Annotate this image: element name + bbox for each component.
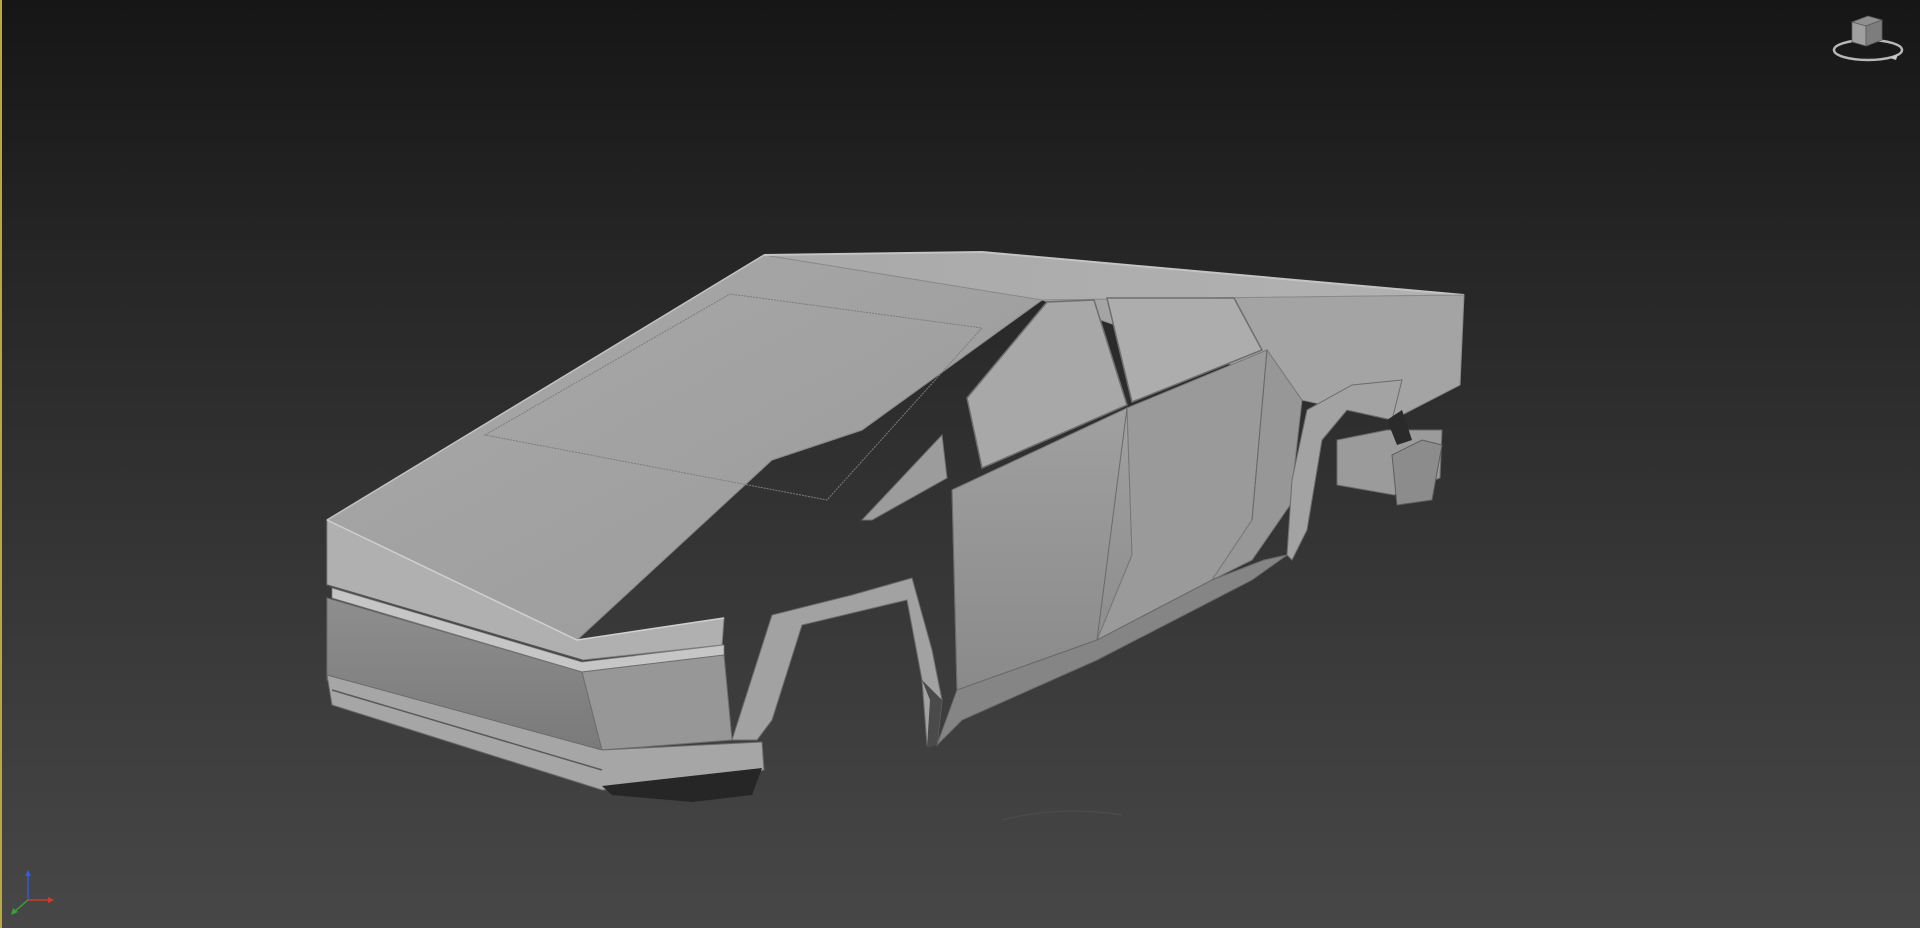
car-body-model[interactable]: [2, 0, 1920, 928]
y-axis-line: [13, 899, 29, 913]
perspective-viewport[interactable]: [0, 0, 1920, 928]
ground-hint: [1001, 810, 1123, 821]
front-wheel-arch: [731, 577, 943, 746]
viewcube-icon[interactable]: [1830, 12, 1906, 68]
z-arrow: [25, 870, 31, 876]
front-corner: [581, 654, 733, 751]
axis-tripod-icon: [11, 870, 54, 915]
viewcube-front-face: [1851, 21, 1867, 47]
x-arrow: [48, 897, 54, 903]
